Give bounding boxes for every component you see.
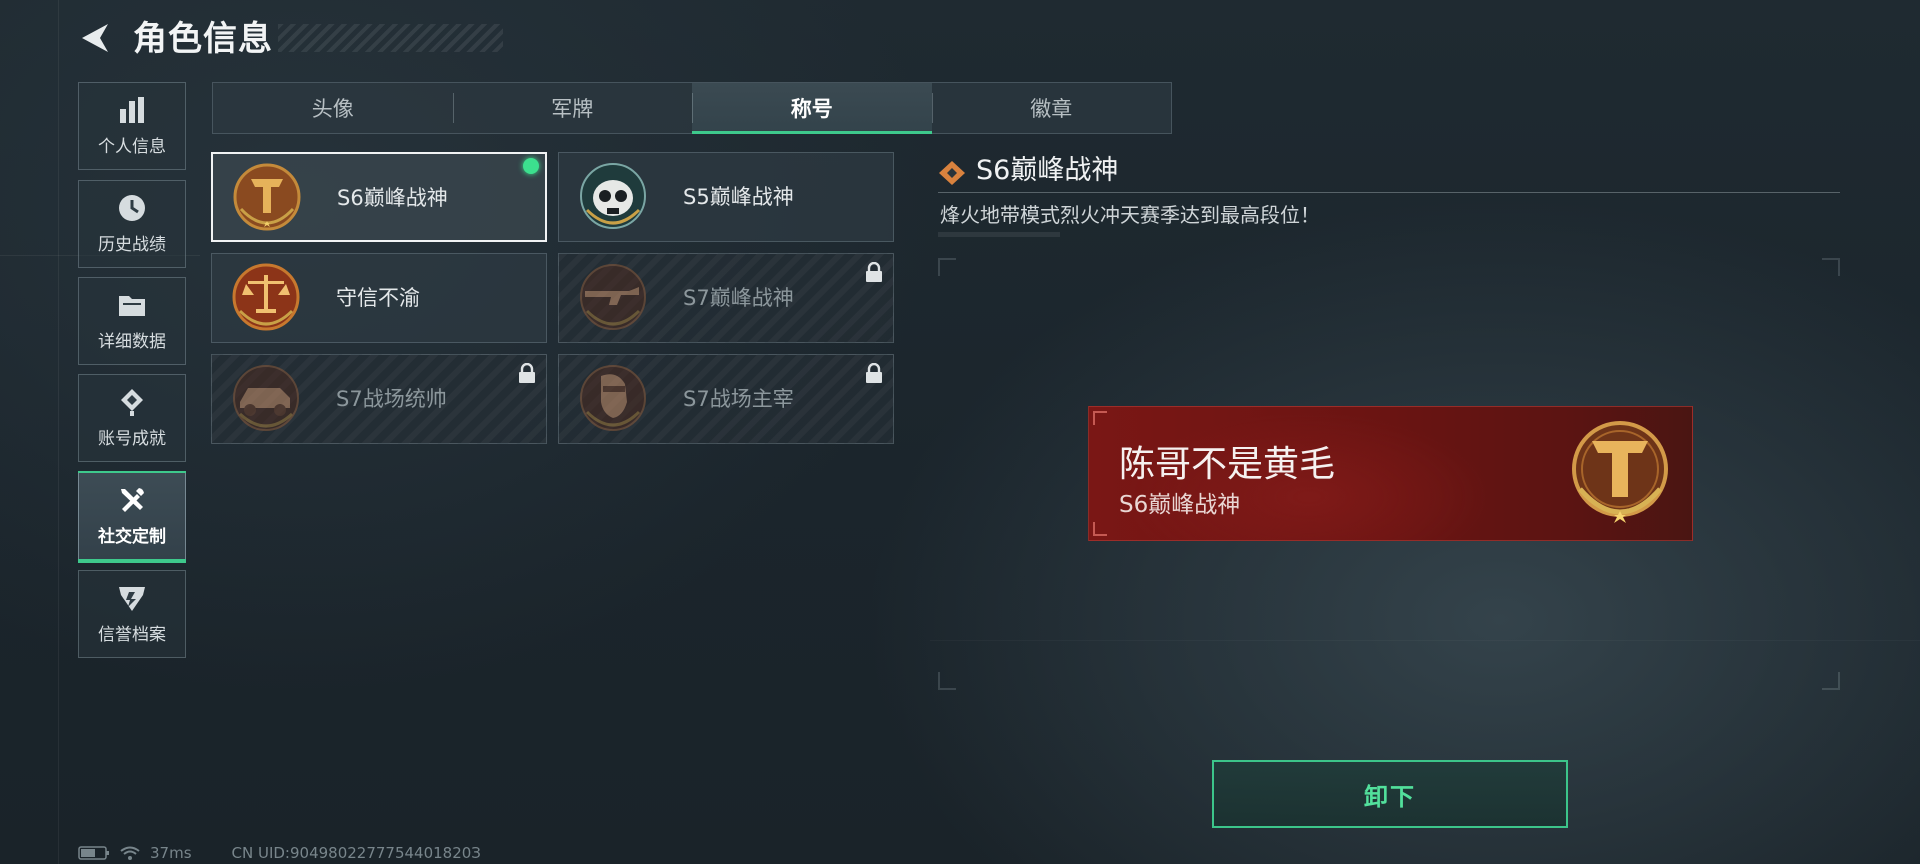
tools-icon	[121, 488, 144, 512]
nav-item-reputation[interactable]: 信誉档案	[78, 570, 186, 658]
title-card-s7-commander[interactable]: S7战场统帅	[211, 354, 547, 444]
nav-item-detailed-data[interactable]: 详细数据	[78, 277, 186, 365]
tab-badge[interactable]: 徽章	[931, 83, 1172, 133]
detail-title: S6巅峰战神	[976, 155, 1119, 186]
nav-item-match-history[interactable]: 历史战绩	[78, 180, 186, 268]
title-card-label: S7战场统帅	[336, 387, 447, 411]
title-card-label: S7战场主宰	[683, 387, 794, 411]
title-card-label: S6巅峰战神	[337, 186, 448, 210]
title-card-trustworthy[interactable]: 守信不渝	[211, 253, 547, 343]
decor-line	[938, 232, 1060, 237]
scales-emblem-icon	[232, 263, 300, 331]
nav-item-label: 个人信息	[98, 137, 166, 157]
frame-corner	[1822, 672, 1840, 690]
nav-item-label: 信誉档案	[98, 625, 166, 645]
lock-icon	[519, 363, 535, 383]
title-card-s5-peak[interactable]: S5巅峰战神	[558, 152, 894, 242]
title-card-s7-dominator[interactable]: S7战场主宰	[558, 354, 894, 444]
vehicle-emblem-icon	[233, 365, 299, 431]
rifle-emblem-icon	[580, 264, 646, 330]
lock-icon	[866, 363, 882, 383]
lock-icon	[866, 262, 882, 282]
tab-title[interactable]: 称号	[692, 83, 932, 134]
tab-avatar[interactable]: 头像	[213, 83, 453, 133]
nav-item-personal-info[interactable]: 个人信息	[78, 82, 186, 170]
title-decoration	[278, 24, 503, 52]
ping-value: 37ms	[150, 844, 192, 862]
diamond-icon	[939, 161, 965, 185]
tab-dogtag[interactable]: 军牌	[452, 83, 693, 133]
title-card-label: 守信不渝	[336, 286, 420, 310]
detail-header: S6巅峰战神	[938, 153, 1840, 193]
bronze-t-emblem-icon	[233, 163, 301, 231]
bronze-t-emblem-icon	[1572, 421, 1668, 523]
category-tabs: 头像 军牌 称号 徽章	[212, 82, 1172, 134]
unequip-button[interactable]: 卸下	[1212, 760, 1568, 828]
decor-line	[58, 0, 59, 864]
banner-corner	[1093, 522, 1107, 536]
user-uid: CN UID:9049802277754401820З	[231, 844, 481, 862]
status-bar: 37ms CN UID:9049802277754401820З	[78, 844, 481, 862]
title-card-label: S7巅峰战神	[683, 286, 794, 310]
back-arrow-icon[interactable]	[78, 20, 114, 56]
nav-item-label: 账号成就	[98, 429, 166, 449]
shield-icon	[119, 587, 145, 611]
equipped-indicator	[523, 158, 539, 174]
title-card-label: S5巅峰战神	[683, 185, 794, 209]
title-preview-banner: 陈哥不是黄毛 S6巅峰战神	[1088, 406, 1693, 541]
battery-icon	[78, 846, 109, 860]
title-card-s7-peak[interactable]: S7巅峰战神	[558, 253, 894, 343]
bar-chart-icon	[120, 97, 144, 123]
frame-corner	[938, 672, 956, 690]
achievement-icon	[121, 389, 143, 416]
decor-line	[930, 640, 1920, 641]
header: 角色信息	[78, 18, 503, 62]
nav-item-achievements[interactable]: 账号成就	[78, 374, 186, 462]
banner-corner	[1093, 411, 1107, 425]
player-name: 陈哥不是黄毛	[1119, 444, 1336, 485]
soldier-emblem-icon	[580, 365, 646, 431]
nav-item-social-custom[interactable]: 社交定制	[78, 471, 186, 563]
preview-title: S6巅峰战神	[1119, 492, 1241, 518]
skull-emblem-icon	[580, 163, 646, 229]
page-title: 角色信息	[133, 19, 273, 59]
clock-icon	[119, 195, 145, 221]
wifi-icon	[120, 846, 140, 860]
nav-item-label: 详细数据	[98, 332, 166, 352]
detail-description: 烽火地带模式烈火冲天赛季达到最高段位！	[940, 203, 1320, 227]
frame-corner	[938, 258, 956, 276]
nav-item-label: 社交定制	[98, 527, 166, 547]
nav-item-label: 历史战绩	[98, 235, 166, 255]
title-card-s6-peak[interactable]: S6巅峰战神	[211, 152, 547, 242]
frame-corner	[1822, 258, 1840, 276]
folder-icon	[119, 296, 145, 316]
